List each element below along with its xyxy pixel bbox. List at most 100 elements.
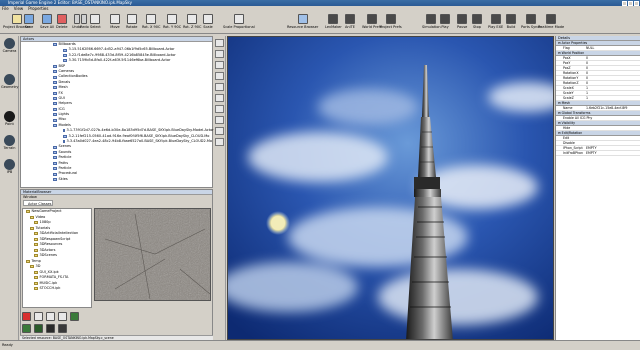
mode-button-point[interactable]: Point [1, 111, 18, 126]
property-value[interactable]: 1.6eb2f21c-15e8-4ecf-8f9 [586, 106, 640, 110]
maximize-button[interactable] [628, 0, 633, 6]
property-value[interactable]: 0 [586, 81, 640, 85]
refresh-icon[interactable] [70, 312, 79, 321]
texture-icon[interactable] [22, 324, 31, 333]
toolbar-label: Select [90, 25, 101, 29]
property-value[interactable]: 1 [586, 86, 640, 90]
toolbar-button-resource-browser[interactable]: Resource Browser [287, 13, 318, 33]
folder-icon [34, 243, 38, 247]
property-value[interactable]: EMPTY [586, 151, 640, 155]
toolbar-button-select[interactable]: Select [90, 13, 101, 33]
mode-label: IPB [6, 170, 13, 174]
toolbar-button-simulation[interactable]: Simulation [422, 13, 441, 33]
property-key: PosX [563, 56, 571, 60]
property-value[interactable]: 0 [586, 56, 640, 60]
save-all-icon [42, 14, 53, 24]
viewport-tool-button[interactable] [215, 138, 224, 146]
viewport-tool-button[interactable] [215, 116, 224, 124]
viewport-tool-button[interactable] [215, 72, 224, 80]
folder-icon [30, 226, 34, 230]
viewport-tool-button[interactable] [215, 39, 224, 47]
import-icon[interactable] [46, 312, 55, 321]
viewport-tool-button[interactable] [215, 94, 224, 102]
toolbar-button-delete[interactable]: Delete [56, 13, 68, 33]
toolbar-label: Redo [80, 25, 89, 29]
toolbar-button-levmaker[interactable]: LevMaker [325, 13, 342, 33]
viewport-tools [214, 36, 226, 340]
toolbar-button-world-prefs[interactable]: World Prefs [362, 13, 382, 33]
toolbar-button-save[interactable]: Save [24, 13, 34, 33]
mode-button-geometry[interactable]: Geometry [1, 74, 18, 89]
rot-x-icon [146, 14, 157, 24]
sound-icon[interactable] [58, 324, 67, 333]
property-value[interactable]: 0 [586, 71, 640, 75]
property-row[interactable]: InitFroBPhon EMPTY [556, 151, 640, 156]
property-key: ScaleZ [563, 96, 574, 100]
redo-icon [81, 14, 88, 24]
toolbar-button-save-all[interactable]: Save All [40, 13, 54, 33]
property-value[interactable] [586, 116, 640, 120]
folder-icon [53, 161, 57, 165]
export-icon[interactable] [58, 312, 67, 321]
viewport-tool-button[interactable] [215, 83, 224, 91]
toolbar-label: Project Prefs [380, 25, 402, 29]
mode-label: Camera [2, 49, 17, 53]
toolbar-label: World Prefs [362, 25, 382, 29]
mode-button-terrain[interactable]: Terrain [1, 135, 18, 150]
property-value[interactable]: 0 [586, 66, 640, 70]
mesh-icon[interactable] [46, 324, 55, 333]
document-icon[interactable] [34, 312, 43, 321]
toolbar-button-scale[interactable]: Scale [203, 13, 213, 33]
toolbar-button-stop[interactable]: Stop [472, 13, 482, 33]
viewport-tool-button[interactable] [215, 61, 224, 69]
property-value[interactable]: NULL [586, 46, 640, 50]
actor-tree-item[interactable]: Skies [53, 177, 212, 182]
folder-icon [63, 48, 67, 52]
toolbar-button-rot-y-90c[interactable]: Rot. Y 90C [163, 13, 181, 33]
property-value[interactable]: 0 [586, 76, 640, 80]
property-value[interactable]: 1 [586, 91, 640, 95]
toolbar-label: Play [441, 25, 449, 29]
toolbar-label: Stop [473, 25, 481, 29]
toolbar-label: Save [24, 25, 34, 29]
toolbar-button-rotate[interactable]: Rotate [126, 13, 137, 33]
toolbar-button-rot-x-90c[interactable]: Rot. X 90C [142, 13, 160, 33]
folder-icon [34, 270, 38, 274]
close-button[interactable] [634, 0, 639, 6]
viewport-tool-button[interactable] [215, 105, 224, 113]
material-icon[interactable] [34, 324, 43, 333]
tab-actor-classes[interactable]: Actor Classes [23, 200, 53, 206]
toolbar-button-realtime-mode[interactable]: Realtime Mode [538, 13, 564, 33]
minimize-button[interactable] [622, 0, 627, 6]
viewport-tool-button[interactable] [215, 127, 224, 135]
toolbar-button-rot-z-90c[interactable]: Rot. Z 90C [183, 13, 201, 33]
toolbar-button-pause[interactable]: Pause [457, 13, 467, 33]
property-value[interactable]: 0 [586, 61, 640, 65]
folder-tree-item[interactable]: STOCCH.ipk [26, 286, 91, 292]
property-value[interactable]: 1 [586, 96, 640, 100]
3d-viewport[interactable] [227, 36, 554, 340]
toolbar-button-move[interactable]: Move [110, 13, 120, 33]
toolbar-button-anite[interactable]: AniTE [345, 13, 355, 33]
viewport-tool-button[interactable] [215, 50, 224, 58]
geometry-icon [4, 74, 15, 85]
actor-tree-item[interactable]: 3.3.43a0d027-4ea2-48c2-94b8-fbae6527a0.B… [53, 139, 212, 144]
folder-icon [34, 221, 38, 225]
property-value[interactable] [586, 141, 640, 145]
levmaker-icon [328, 14, 339, 24]
delete-icon[interactable] [22, 312, 31, 321]
toolbar-button-scale-proportional[interactable]: Scale Proportional [223, 13, 255, 33]
mode-button-camera[interactable]: Camera [1, 38, 18, 53]
toolbar-button-redo[interactable]: Redo [80, 13, 89, 33]
toolbar-button-play[interactable]: Play [440, 13, 450, 33]
toolbar-button-play-exe[interactable]: Play EXE [488, 13, 503, 33]
property-value[interactable] [586, 126, 640, 130]
folder-icon [34, 237, 38, 241]
property-value[interactable] [586, 136, 640, 140]
toolbar-button-project-prefs[interactable]: Project Prefs [380, 13, 402, 33]
property-key: ScaleX [563, 86, 574, 90]
toolbar-label: Resource Browser [287, 25, 319, 29]
toolbar-button-build[interactable]: Build [506, 13, 516, 33]
property-value[interactable]: EMPTY [586, 146, 640, 150]
mode-button-ipb[interactable]: IPB [1, 159, 18, 174]
